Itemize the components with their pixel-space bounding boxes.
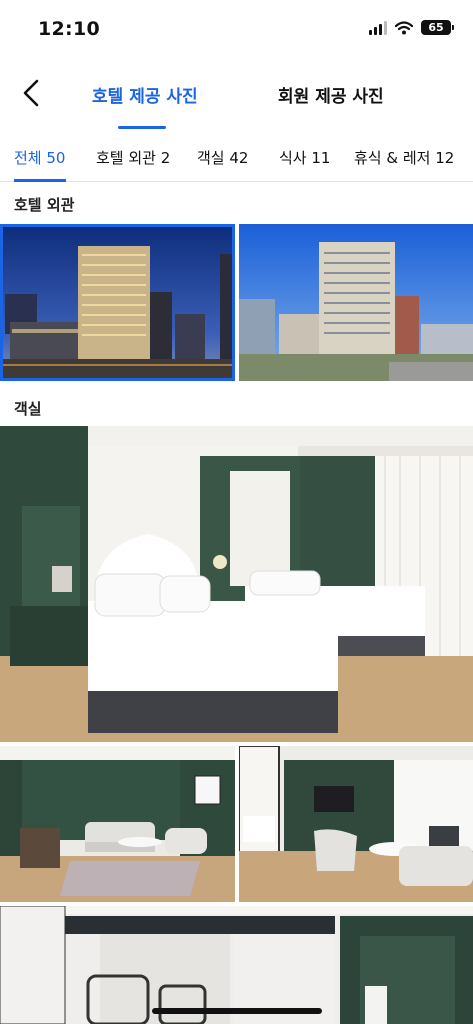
active-tab-indicator [118, 126, 166, 129]
chevron-left-icon [23, 79, 39, 107]
top-nav: 호텔 제공 사진 회원 제공 사진 [0, 60, 473, 132]
category-tab-rooms[interactable]: 객실 42 [197, 147, 248, 168]
status-icons: 65 [369, 20, 454, 35]
section-title-exterior: 호텔 외관 [14, 196, 75, 214]
category-tab-leisure[interactable]: 휴식 & 레저 12 [354, 147, 454, 168]
active-category-indicator [14, 179, 66, 182]
home-indicator [152, 1008, 322, 1014]
category-tab-exterior[interactable]: 호텔 외관 2 [96, 147, 170, 168]
section-title-rooms: 객실 [14, 400, 42, 418]
exterior-photo-day[interactable] [239, 224, 473, 381]
tab-member-photos[interactable]: 회원 제공 사진 [278, 82, 384, 107]
tab-hotel-photos[interactable]: 호텔 제공 사진 [92, 82, 198, 107]
back-button[interactable] [14, 76, 48, 110]
room-photo-twin[interactable] [0, 426, 473, 742]
battery-icon: 65 [421, 20, 454, 35]
room-photo-bathroom[interactable] [0, 906, 473, 1024]
category-tab-all[interactable]: 전체 50 [14, 147, 65, 168]
category-tabs: 전체 50 호텔 외관 2 객실 42 식사 11 휴식 & 레저 12 [0, 132, 473, 182]
room-photo-suite[interactable] [239, 746, 473, 902]
category-tab-dining[interactable]: 식사 11 [279, 147, 330, 168]
status-bar: 12:10 65 [0, 0, 473, 60]
room-photo-living[interactable] [0, 746, 235, 902]
status-time: 12:10 [38, 18, 100, 40]
exterior-photo-night[interactable] [0, 224, 235, 381]
wifi-icon [395, 20, 413, 34]
signal-icon [369, 20, 387, 35]
